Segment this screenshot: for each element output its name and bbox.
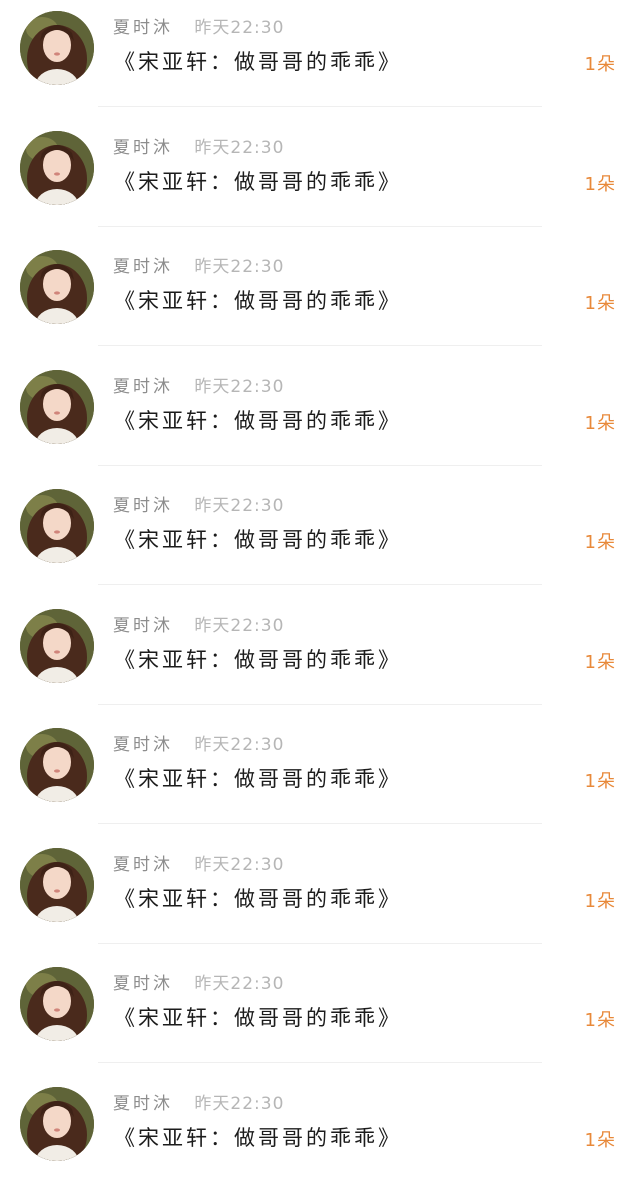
divider [98,584,542,585]
comment-list: 夏时沐 昨天22:30 《宋亚轩：做哥哥的乖乖》 1朵 夏时沐 昨天22:30 … [0,0,640,1184]
avatar[interactable] [20,489,94,563]
author-name[interactable]: 夏时沐 [113,735,173,755]
list-item[interactable]: 夏时沐 昨天22:30 《宋亚轩：做哥哥的乖乖》 1朵 [0,717,640,837]
flower-count: 1朵 [584,1010,616,1031]
item-meta: 夏时沐 昨天22:30 [113,732,284,758]
divider [98,823,542,824]
divider [98,703,542,705]
item-meta: 夏时沐 昨天22:30 [113,971,284,997]
timestamp: 昨天22:30 [194,735,285,755]
author-name[interactable]: 夏时沐 [113,974,173,994]
timestamp: 昨天22:30 [194,18,285,38]
divider [98,942,542,944]
list-item[interactable]: 夏时沐 昨天22:30 《宋亚轩：做哥哥的乖乖》 1朵 [0,1076,640,1184]
timestamp: 昨天22:30 [194,376,285,397]
avatar[interactable] [20,369,94,444]
book-title[interactable]: 《宋亚轩：做哥哥的乖乖》 [114,165,402,199]
avatar[interactable] [20,11,94,85]
list-item[interactable]: 夏时沐 昨天22:30 《宋亚轩：做哥哥的乖乖》 1朵 [0,837,640,957]
avatar[interactable] [20,608,94,683]
author-name[interactable]: 夏时沐 [113,1094,173,1114]
item-meta: 夏时沐 昨天22:30 [113,374,284,400]
flower-count: 1朵 [584,771,616,792]
book-title[interactable]: 《宋亚轩：做哥哥的乖乖》 [114,762,402,796]
author-name[interactable]: 夏时沐 [113,257,173,277]
timestamp: 昨天22:30 [194,854,285,875]
book-title[interactable]: 《宋亚轩：做哥哥的乖乖》 [114,1121,402,1155]
list-item[interactable]: 夏时沐 昨天22:30 《宋亚轩：做哥哥的乖乖》 1朵 [0,239,640,359]
divider [98,106,542,107]
list-item[interactable]: 夏时沐 昨天22:30 《宋亚轩：做哥哥的乖乖》 1朵 [0,359,640,479]
divider [98,1062,542,1063]
item-meta: 夏时沐 昨天22:30 [113,254,284,280]
author-name[interactable]: 夏时沐 [113,855,173,875]
divider [98,225,542,227]
divider [98,345,542,346]
author-name[interactable]: 夏时沐 [113,616,173,636]
book-title[interactable]: 《宋亚轩：做哥哥的乖乖》 [114,45,402,79]
list-item[interactable]: 夏时沐 昨天22:30 《宋亚轩：做哥哥的乖乖》 1朵 [0,598,640,718]
avatar[interactable] [20,967,94,1041]
book-title[interactable]: 《宋亚轩：做哥哥的乖乖》 [114,404,402,438]
timestamp: 昨天22:30 [194,137,285,158]
item-meta: 夏时沐 昨天22:30 [113,493,284,519]
author-name[interactable]: 夏时沐 [113,18,173,38]
avatar[interactable] [20,130,94,205]
flower-count: 1朵 [584,1129,616,1151]
item-meta: 夏时沐 昨天22:30 [113,15,284,41]
list-item[interactable]: 夏时沐 昨天22:30 《宋亚轩：做哥哥的乖乖》 1朵 [0,478,640,598]
author-name[interactable]: 夏时沐 [113,377,173,397]
timestamp: 昨天22:30 [194,1093,285,1114]
book-title[interactable]: 《宋亚轩：做哥哥的乖乖》 [114,284,402,318]
book-title[interactable]: 《宋亚轩：做哥哥的乖乖》 [114,882,402,916]
flower-count: 1朵 [584,412,616,434]
flower-count: 1朵 [584,890,616,912]
avatar[interactable] [20,847,94,922]
avatar[interactable] [20,1086,94,1161]
divider [98,464,542,466]
avatar[interactable] [20,728,94,802]
item-meta: 夏时沐 昨天22:30 [113,852,284,878]
timestamp: 昨天22:30 [194,257,285,277]
flower-count: 1朵 [584,532,616,553]
book-title[interactable]: 《宋亚轩：做哥哥的乖乖》 [114,523,402,557]
item-meta: 夏时沐 昨天22:30 [113,135,284,161]
author-name[interactable]: 夏时沐 [113,496,173,516]
flower-count: 1朵 [584,293,616,314]
book-title[interactable]: 《宋亚轩：做哥哥的乖乖》 [114,643,402,677]
item-meta: 夏时沐 昨天22:30 [113,613,284,639]
list-item[interactable]: 夏时沐 昨天22:30 《宋亚轩：做哥哥的乖乖》 1朵 [0,120,640,240]
list-item[interactable]: 夏时沐 昨天22:30 《宋亚轩：做哥哥的乖乖》 1朵 [0,0,640,120]
avatar[interactable] [20,250,94,324]
author-name[interactable]: 夏时沐 [113,138,173,158]
item-meta: 夏时沐 昨天22:30 [113,1091,284,1117]
flower-count: 1朵 [584,54,616,75]
timestamp: 昨天22:30 [194,615,285,636]
timestamp: 昨天22:30 [194,496,285,516]
flower-count: 1朵 [584,173,616,195]
book-title[interactable]: 《宋亚轩：做哥哥的乖乖》 [114,1001,402,1035]
timestamp: 昨天22:30 [194,974,285,994]
list-item[interactable]: 夏时沐 昨天22:30 《宋亚轩：做哥哥的乖乖》 1朵 [0,956,640,1076]
flower-count: 1朵 [584,651,616,673]
